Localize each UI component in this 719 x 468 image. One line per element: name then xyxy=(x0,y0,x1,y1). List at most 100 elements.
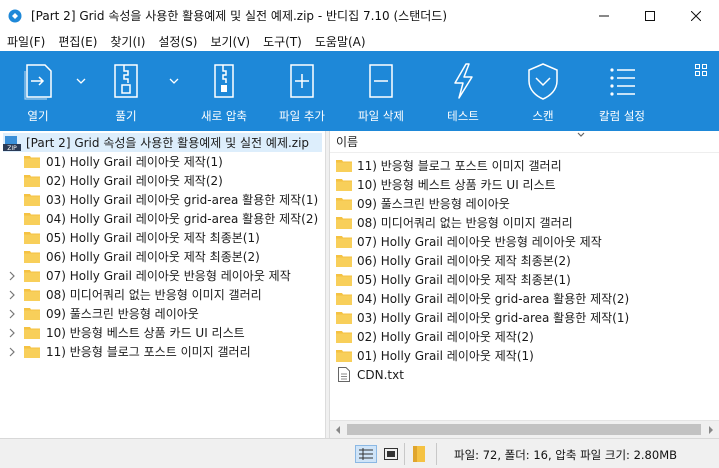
delete-file-button[interactable]: 파일 삭제 xyxy=(353,51,409,131)
tree-item[interactable]: 10) 반응형 베스트 상품 카드 UI 리스트 xyxy=(0,323,245,342)
list-item-label: CDN.txt xyxy=(357,367,404,382)
menu-view[interactable]: 보기(V) xyxy=(203,33,256,50)
maximize-button[interactable] xyxy=(627,0,673,31)
folder-row[interactable]: 03) Holly Grail 레이아웃 grid-area 활용한 제작(1) xyxy=(336,308,629,327)
folder-icon xyxy=(24,194,40,206)
column-name-label: 이름 xyxy=(336,135,359,149)
open-dropdown-icon[interactable] xyxy=(76,77,86,85)
thumbnail-view-button[interactable] xyxy=(380,445,402,463)
tree-item[interactable]: 01) Holly Grail 레이아웃 제작(1) xyxy=(0,152,223,171)
tree-root[interactable]: ZIP [Part 2] Grid 속성을 사용한 활용예제 및 실전 예제.z… xyxy=(3,133,322,152)
folder-icon xyxy=(336,350,352,362)
folder-row[interactable]: 05) Holly Grail 레이아웃 제작 최종본(1) xyxy=(336,270,571,289)
menu-edit[interactable]: 편집(E) xyxy=(51,33,103,50)
close-button[interactable] xyxy=(673,0,719,31)
expand-chevron-icon[interactable] xyxy=(7,347,17,357)
window-title: [Part 2] Grid 속성을 사용한 활용예제 및 실전 예제.zip -… xyxy=(31,9,448,23)
menu-file[interactable]: 파일(F) xyxy=(0,33,51,50)
menu-tools[interactable]: 도구(T) xyxy=(256,33,308,50)
file-list: 이름 11) 반응형 블로그 포스트 이미지 갤러리 10) 반응형 베스트 상품… xyxy=(330,131,719,438)
column-header-name[interactable]: 이름 xyxy=(330,131,719,153)
expand-chevron-icon[interactable] xyxy=(7,328,17,338)
tree-item-label: 03) Holly Grail 레이아웃 grid-area 활용한 제작(1) xyxy=(46,193,319,207)
extract-button[interactable]: 풀기 xyxy=(106,51,146,131)
folder-row[interactable]: 10) 반응형 베스트 상품 카드 UI 리스트 xyxy=(336,175,556,194)
status-summary: 파일: 72, 폴더: 16, 압축 파일 크기: 2.80MB xyxy=(454,448,678,462)
zip-archive-icon: ZIP xyxy=(3,135,21,151)
bandizip-icon xyxy=(8,9,22,22)
open-button[interactable]: 열기 xyxy=(18,51,58,131)
menu-settings[interactable]: 설정(S) xyxy=(151,33,203,50)
add-file-label: 파일 추가 xyxy=(279,109,325,123)
extract-dropdown-icon[interactable] xyxy=(169,77,179,85)
folder-row[interactable]: 04) Holly Grail 레이아웃 grid-area 활용한 제작(2) xyxy=(336,289,629,308)
delete-file-icon xyxy=(369,64,393,98)
folder-icon xyxy=(24,251,40,263)
folder-row[interactable]: 11) 반응형 블로그 포스트 이미지 갤러리 xyxy=(336,156,562,175)
new-archive-button[interactable]: 새로 압축 xyxy=(196,51,252,131)
list-item-label: 01) Holly Grail 레이아웃 제작(1) xyxy=(357,349,534,363)
folder-icon xyxy=(24,346,40,358)
folder-row[interactable]: 08) 미디어쿼리 없는 반응형 이미지 갤러리 xyxy=(336,213,573,232)
horizontal-scrollbar[interactable] xyxy=(330,420,719,438)
folder-row[interactable]: 06) Holly Grail 레이아웃 제작 최종본(2) xyxy=(336,251,571,270)
maximize-icon xyxy=(645,10,655,21)
toolbar-layout-icon[interactable] xyxy=(695,64,707,76)
toolbar: 열기 풀기 새로 압축 파일 추가 파일 삭제 테스트 스캔 칼럼 설정 xyxy=(0,51,719,131)
tree-item[interactable]: 07) Holly Grail 레이아웃 반응형 레이아웃 제작 xyxy=(0,266,291,285)
details-view-button[interactable] xyxy=(355,445,377,463)
folder-row[interactable]: 02) Holly Grail 레이아웃 제작(2) xyxy=(336,327,534,346)
menu-find[interactable]: 찾기(I) xyxy=(103,33,151,50)
tree-item[interactable]: 03) Holly Grail 레이아웃 grid-area 활용한 제작(1) xyxy=(0,190,318,209)
add-file-button[interactable]: 파일 추가 xyxy=(274,51,330,131)
scroll-left-icon[interactable] xyxy=(335,426,341,434)
add-file-icon xyxy=(290,64,314,98)
tree-item[interactable]: 05) Holly Grail 레이아웃 제작 최종본(1) xyxy=(0,228,260,247)
tree-item[interactable]: 08) 미디어쿼리 없는 반응형 이미지 갤러리 xyxy=(0,285,262,304)
expand-chevron-icon[interactable] xyxy=(7,309,17,319)
minimize-button[interactable] xyxy=(581,0,627,31)
tree-item-label: 10) 반응형 베스트 상품 카드 UI 리스트 xyxy=(46,326,245,340)
thumbnail-view-icon xyxy=(384,448,398,460)
tree-item[interactable]: 04) Holly Grail 레이아웃 grid-area 활용한 제작(2) xyxy=(0,209,318,228)
tree-root-label: [Part 2] Grid 속성을 사용한 활용예제 및 실전 예제.zip xyxy=(26,136,310,150)
expand-chevron-icon[interactable] xyxy=(7,290,17,300)
lightning-icon xyxy=(454,63,473,99)
folder-row[interactable]: 09) 풀스크린 반응형 레이아웃 xyxy=(336,194,510,213)
scroll-right-icon[interactable] xyxy=(708,426,714,434)
tree-item-label: 11) 반응형 블로그 포스트 이미지 갤러리 xyxy=(46,345,251,359)
tree-item[interactable]: 11) 반응형 블로그 포스트 이미지 갤러리 xyxy=(0,342,251,361)
folder-icon xyxy=(336,331,352,343)
file-row[interactable]: CDN.txt xyxy=(336,365,404,384)
column-settings-button[interactable]: 칼럼 설정 xyxy=(594,51,650,131)
tree-item-label: 08) 미디어쿼리 없는 반응형 이미지 갤러리 xyxy=(46,288,262,302)
status-separator xyxy=(404,443,405,465)
test-button[interactable]: 테스트 xyxy=(440,51,486,131)
folder-icon xyxy=(336,198,352,210)
folder-icon xyxy=(24,270,40,282)
folder-row[interactable]: 01) Holly Grail 레이아웃 제작(1) xyxy=(336,346,534,365)
folder-icon xyxy=(336,236,352,248)
folder-icon xyxy=(336,179,352,191)
folder-row[interactable]: 07) Holly Grail 레이아웃 반응형 레이아웃 제작 xyxy=(336,232,602,251)
scrollbar-thumb[interactable] xyxy=(347,424,701,435)
tree-item[interactable]: 02) Holly Grail 레이아웃 제작(2) xyxy=(0,171,223,190)
extract-label: 풀기 xyxy=(115,109,137,123)
status-separator xyxy=(436,443,437,465)
details-view-icon xyxy=(359,448,373,460)
text-file-icon xyxy=(338,367,350,382)
folder-icon xyxy=(336,217,352,229)
expand-chevron-icon[interactable] xyxy=(7,271,17,281)
tree-item-label: 06) Holly Grail 레이아웃 제작 최종본(2) xyxy=(46,250,260,264)
sort-indicator-icon xyxy=(577,132,585,137)
tree-item[interactable]: 06) Holly Grail 레이아웃 제작 최종본(2) xyxy=(0,247,260,266)
scan-button[interactable]: 스캔 xyxy=(520,51,566,131)
tree-item-label: 07) Holly Grail 레이아웃 반응형 레이아웃 제작 xyxy=(46,269,291,283)
folder-view-button[interactable] xyxy=(408,445,430,463)
open-label: 열기 xyxy=(27,109,49,123)
menu-help[interactable]: 도움말(A) xyxy=(308,33,372,50)
tree-item[interactable]: 09) 풀스크린 반응형 레이아웃 xyxy=(0,304,199,323)
